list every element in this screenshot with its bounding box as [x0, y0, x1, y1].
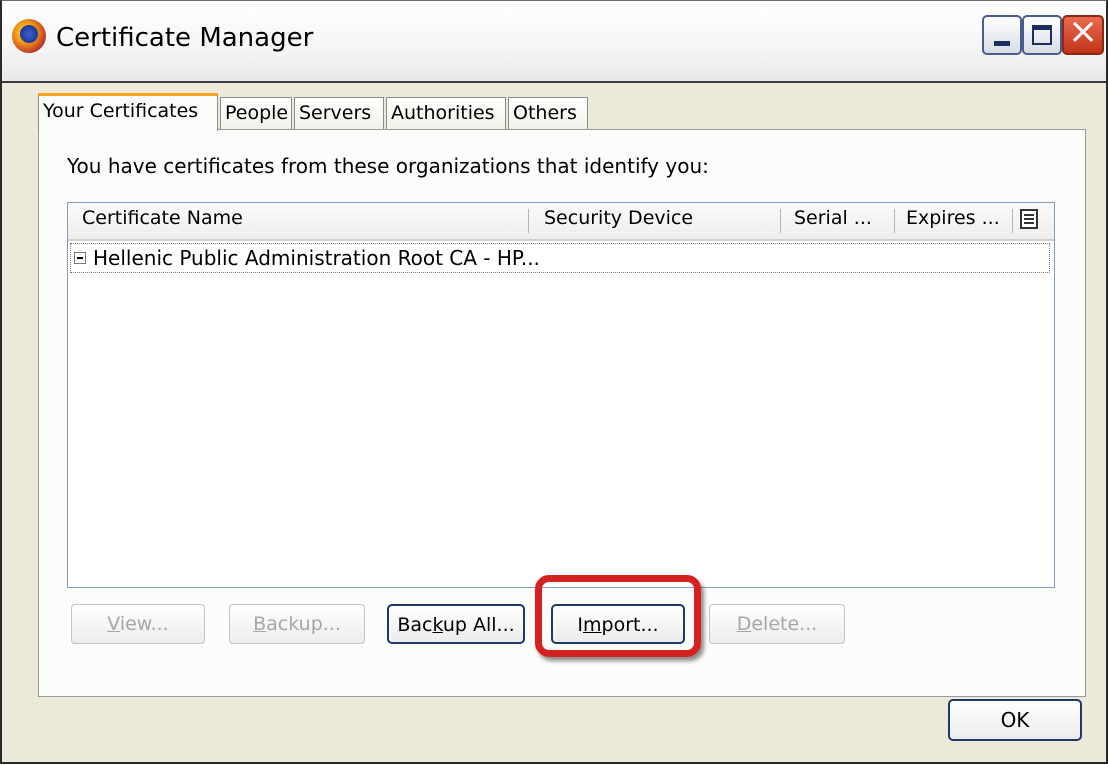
- column-serial[interactable]: Serial ...: [794, 207, 872, 229]
- ok-button[interactable]: OK: [948, 699, 1082, 741]
- view-label-end: iew...: [119, 613, 169, 635]
- column-security-device[interactable]: Security Device: [544, 207, 693, 229]
- backup-button[interactable]: Backup...: [229, 604, 365, 644]
- backup-label-end: ackup...: [266, 613, 341, 635]
- delete-button[interactable]: Delete...: [709, 604, 845, 644]
- tab-others[interactable]: Others: [508, 97, 588, 129]
- window-title: Certificate Manager: [56, 23, 314, 53]
- column-separator[interactable]: [780, 209, 781, 233]
- tab-people[interactable]: People: [220, 97, 292, 129]
- tab-panel: You have certificates from these organiz…: [38, 129, 1086, 697]
- tree-row[interactable]: Hellenic Public Administration Root CA -…: [70, 243, 1050, 273]
- column-separator[interactable]: [528, 209, 529, 233]
- title-bar[interactable]: Certificate Manager ×: [2, 1, 1106, 83]
- intro-text: You have certificates from these organiz…: [67, 154, 709, 178]
- column-separator[interactable]: [1012, 209, 1013, 233]
- certificate-manager-window: Certificate Manager × Your Certificates …: [0, 0, 1108, 764]
- view-accel-key: V: [107, 613, 120, 635]
- view-button[interactable]: View...: [71, 604, 205, 644]
- column-separator[interactable]: [894, 209, 895, 233]
- certificate-tree[interactable]: Certificate Name Security Device Serial …: [67, 202, 1055, 588]
- column-expires[interactable]: Expires ...: [906, 207, 1000, 229]
- tab-servers[interactable]: Servers: [294, 97, 384, 129]
- tab-your-certificates[interactable]: Your Certificates: [38, 93, 218, 131]
- backup-accel-key: B: [253, 613, 267, 635]
- minimize-icon: [994, 41, 1010, 46]
- tree-row-label: Hellenic Public Administration Root CA -…: [93, 246, 540, 270]
- column-certificate-name[interactable]: Certificate Name: [82, 207, 243, 229]
- tab-authorities[interactable]: Authorities: [386, 97, 506, 129]
- column-picker-icon[interactable]: [1020, 209, 1038, 229]
- import-label-end: port...: [601, 614, 659, 636]
- backup-all-accel-key: k: [432, 614, 443, 636]
- import-button[interactable]: Import...: [551, 604, 685, 644]
- import-accel-key: m: [583, 614, 602, 636]
- backup-all-label-start: Bac: [397, 614, 433, 636]
- close-button[interactable]: ×: [1062, 11, 1104, 55]
- import-label-start: I: [577, 614, 583, 636]
- backup-all-button[interactable]: Backup All...: [387, 604, 525, 644]
- maximize-icon: [1032, 25, 1052, 45]
- close-icon: ×: [1068, 11, 1099, 52]
- column-header-row: Certificate Name Security Device Serial …: [68, 203, 1054, 241]
- maximize-button[interactable]: [1022, 15, 1062, 55]
- minimize-button[interactable]: [982, 15, 1022, 55]
- firefox-icon: [12, 19, 46, 53]
- collapse-toggle-icon[interactable]: [74, 252, 86, 264]
- backup-all-label-end: up All...: [442, 614, 515, 636]
- delete-accel-key: D: [736, 613, 752, 635]
- delete-label-end: elete...: [751, 613, 818, 635]
